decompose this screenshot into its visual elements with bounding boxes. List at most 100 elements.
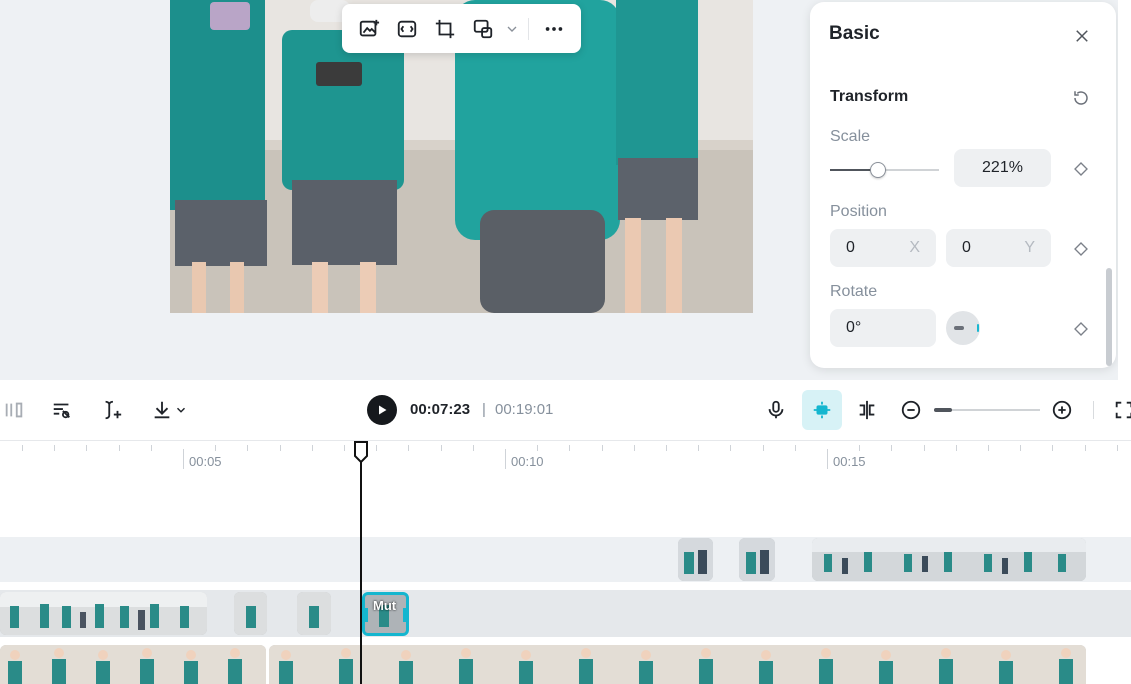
current-time: 00:07:23: [410, 401, 471, 418]
ruler-label: 00:10: [511, 454, 544, 469]
timeline-clip[interactable]: [739, 538, 775, 581]
ruler-tick: [569, 445, 570, 451]
ruler-tick: [956, 445, 957, 451]
panel-title: Basic: [829, 23, 880, 44]
rotate-dial[interactable]: [946, 311, 980, 345]
add-image-icon[interactable]: [352, 11, 386, 47]
ruler-tick: [634, 445, 635, 451]
rotate-label: Rotate: [830, 283, 878, 300]
timeline-clip[interactable]: [0, 645, 266, 684]
timeline-clip[interactable]: [812, 538, 1086, 581]
ruler-major-tick: [827, 449, 828, 469]
ruler-tick: [376, 445, 377, 451]
zoom-in-icon[interactable]: [1048, 396, 1076, 424]
more-icon[interactable]: [537, 11, 571, 47]
ruler-tick: [1117, 445, 1118, 451]
scale-label: Scale: [830, 128, 871, 145]
playhead[interactable]: [360, 455, 362, 684]
fullscreen-icon[interactable]: [1110, 396, 1131, 424]
scale-input[interactable]: 221%: [954, 149, 1051, 187]
ruler-tick: [344, 445, 345, 451]
timeline-clip[interactable]: [234, 592, 267, 635]
ruler-tick: [602, 445, 603, 451]
ruler-tick: [215, 445, 216, 451]
ruler-tick: [280, 445, 281, 451]
video-editor: Basic Transform Scale 221% Position 0 X: [0, 0, 1131, 684]
auto-snap-button[interactable]: [802, 390, 842, 430]
position-y-input[interactable]: 0 Y: [946, 229, 1051, 267]
keyframe-scale-icon[interactable]: [1070, 158, 1092, 180]
playhead-handle[interactable]: [353, 441, 369, 463]
timeline-clip[interactable]: [297, 592, 331, 635]
side-panel-edge: [1118, 0, 1131, 380]
microphone-icon[interactable]: [762, 396, 790, 424]
chevron-down-icon[interactable]: [504, 11, 520, 47]
ruler-tick: [698, 445, 699, 451]
ruler-tick: [988, 445, 989, 451]
ruler-tick: [119, 445, 120, 451]
ruler-tick: [924, 445, 925, 451]
ruler-tick: [473, 445, 474, 451]
replace-media-icon[interactable]: [466, 11, 500, 47]
ruler-major-tick: [505, 449, 506, 469]
ruler-label: 00:05: [189, 454, 222, 469]
section-title-transform: Transform: [830, 88, 909, 105]
chevron-down-icon[interactable]: [170, 396, 192, 424]
reset-icon[interactable]: [1068, 85, 1094, 111]
ruler-tick: [54, 445, 55, 451]
ruler-label: 00:15: [833, 454, 866, 469]
position-y-value: 0: [962, 239, 971, 256]
zoom-out-icon[interactable]: [897, 396, 925, 424]
ruler-tick: [859, 445, 860, 451]
close-icon[interactable]: [1068, 22, 1096, 50]
selected-clip[interactable]: Mut: [362, 592, 409, 636]
keyframe-rotate-icon[interactable]: [1070, 318, 1092, 340]
position-label: Position: [830, 203, 887, 220]
ruler-tick: [1052, 445, 1053, 451]
properties-panel: Basic Transform Scale 221% Position 0 X: [810, 2, 1116, 368]
ruler-tick: [891, 445, 892, 451]
ruler-tick: [763, 445, 764, 451]
divider: [528, 17, 529, 40]
floating-toolbar: [342, 4, 581, 53]
selected-clip-label: Mut: [373, 598, 397, 613]
split-clip-icon[interactable]: [853, 396, 881, 424]
timeline-clip[interactable]: [0, 592, 207, 635]
position-x-suffix: X: [909, 239, 920, 256]
fit-frame-icon[interactable]: [390, 11, 424, 47]
split-icon[interactable]: [0, 396, 28, 424]
slider-handle[interactable]: [870, 162, 886, 178]
timeline-clip[interactable]: [678, 538, 713, 581]
ruler-major-tick: [183, 449, 184, 469]
ruler-tick: [537, 445, 538, 451]
position-y-suffix: Y: [1024, 239, 1035, 256]
ruler-tick: [247, 445, 248, 451]
ruler-tick: [730, 445, 731, 451]
detach-audio-icon[interactable]: [48, 396, 76, 424]
divider: [1093, 401, 1094, 419]
timeline-clip[interactable]: [269, 645, 1086, 684]
ruler-tick: [312, 445, 313, 451]
trim-handle-left[interactable]: [365, 608, 368, 622]
ruler-tick: [151, 445, 152, 451]
scale-slider[interactable]: [830, 160, 939, 180]
ruler-tick: [1020, 445, 1021, 451]
ruler-tick: [795, 445, 796, 451]
trim-handle-right[interactable]: [403, 608, 406, 622]
crop-icon[interactable]: [428, 11, 462, 47]
keyframe-position-icon[interactable]: [1070, 238, 1092, 260]
ruler-tick: [441, 445, 442, 451]
ruler-tick: [22, 445, 23, 451]
ruler-tick: [86, 445, 87, 451]
preview-canvas: Basic Transform Scale 221% Position 0 X: [0, 0, 1131, 380]
ruler-tick: [408, 445, 409, 451]
ruler-tick: [666, 445, 667, 451]
total-time: 00:19:01: [495, 401, 554, 418]
rotate-input[interactable]: 0°: [830, 309, 936, 347]
text-cursor-icon[interactable]: [98, 396, 126, 424]
panel-scrollbar[interactable]: [1106, 268, 1112, 366]
ruler-tick: [1085, 445, 1086, 451]
position-x-input[interactable]: 0 X: [830, 229, 936, 267]
zoom-slider-fill: [934, 408, 952, 412]
play-button[interactable]: [367, 395, 397, 425]
